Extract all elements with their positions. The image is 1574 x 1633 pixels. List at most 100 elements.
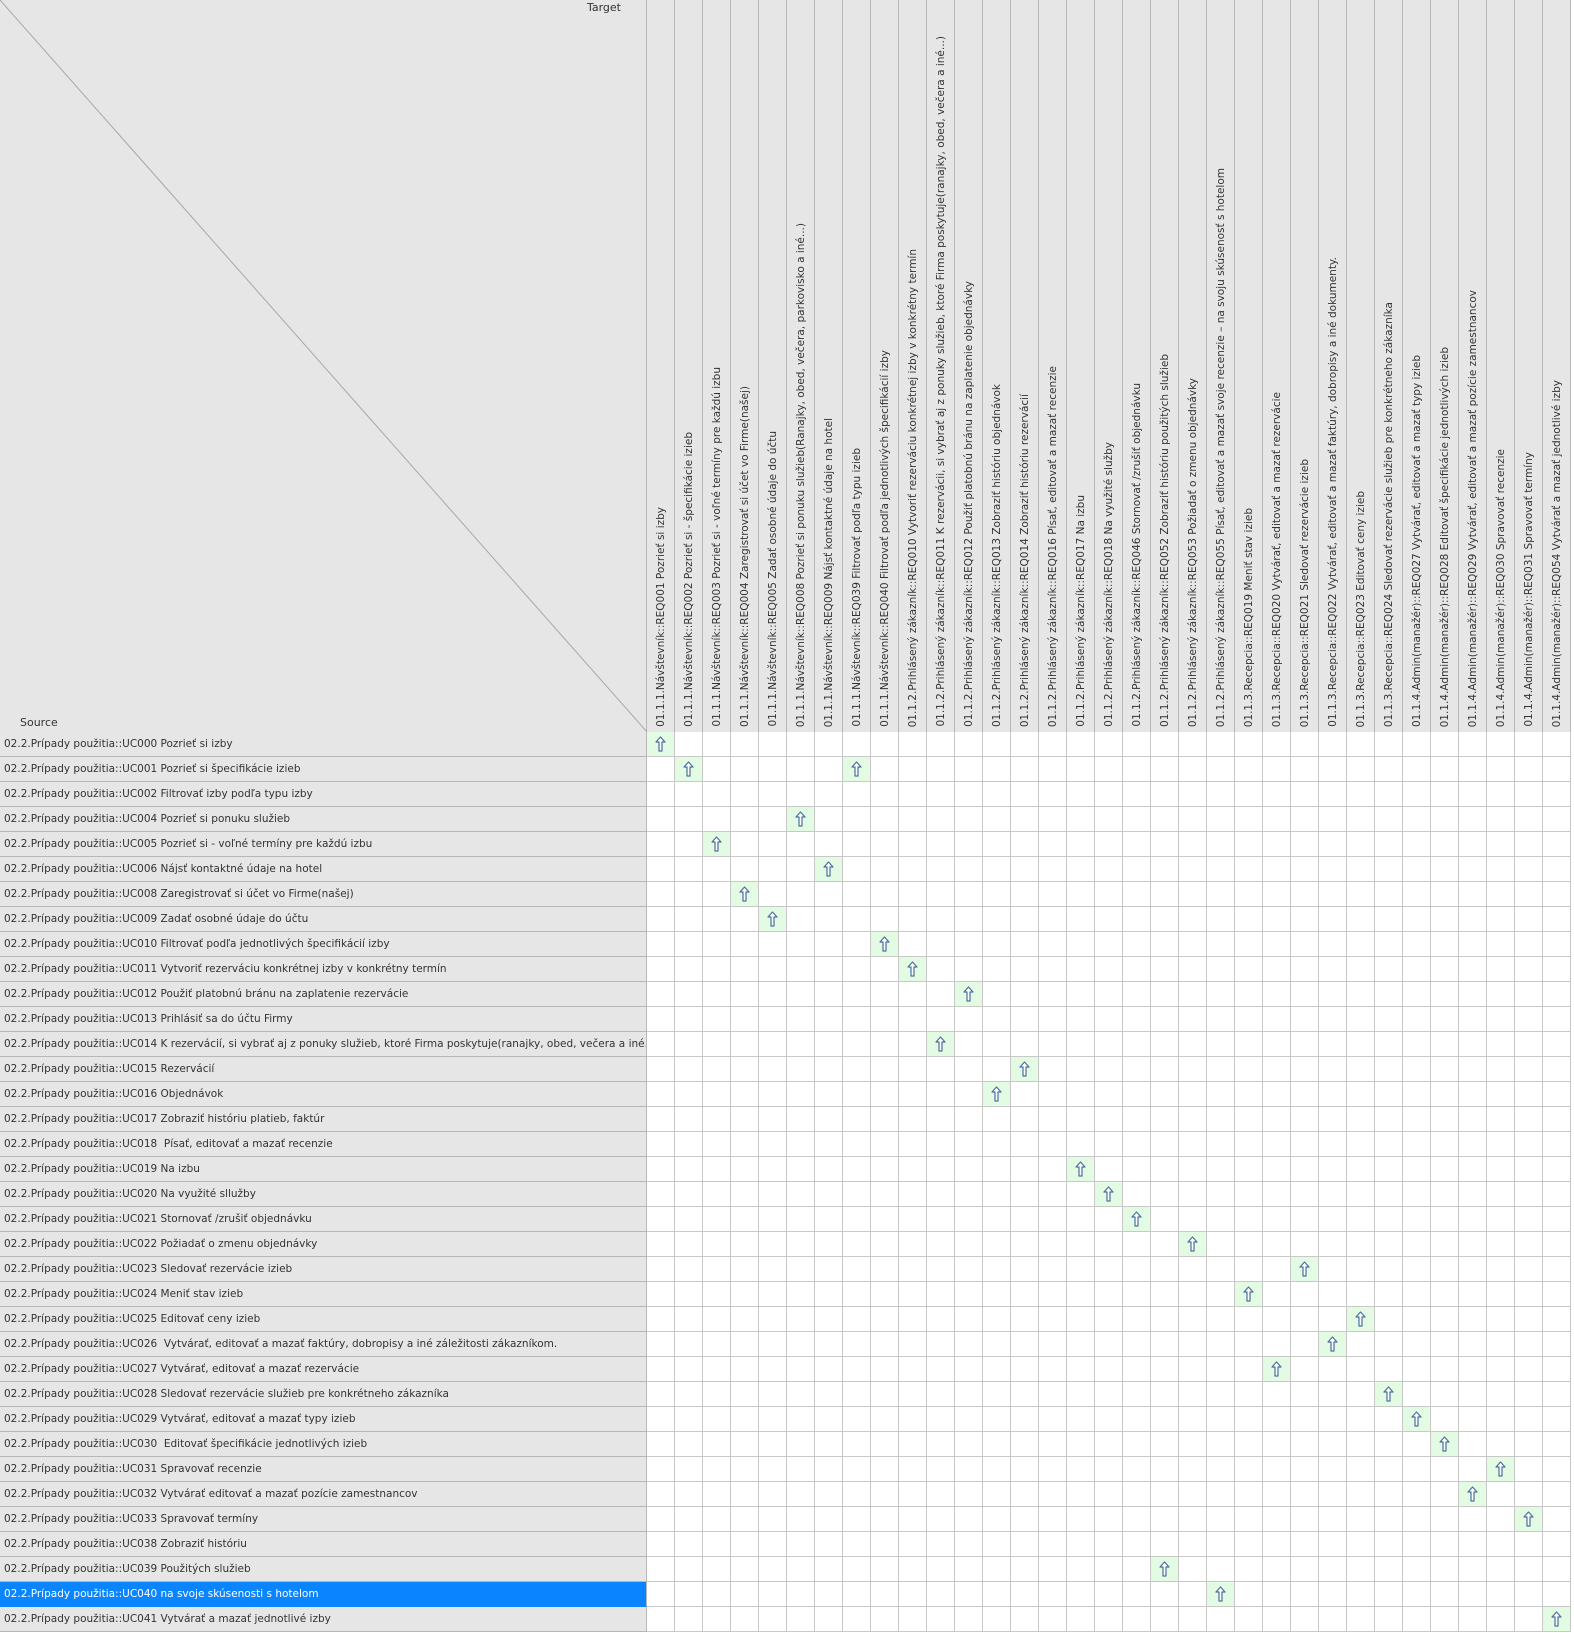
matrix-cell[interactable] <box>843 1107 871 1132</box>
matrix-cell[interactable] <box>871 782 899 807</box>
matrix-cell[interactable] <box>871 1357 899 1382</box>
matrix-cell[interactable] <box>1319 1182 1347 1207</box>
matrix-cell[interactable] <box>675 1032 703 1057</box>
matrix-cell[interactable] <box>899 982 927 1007</box>
matrix-cell[interactable] <box>871 1557 899 1582</box>
matrix-cell[interactable] <box>1067 807 1095 832</box>
matrix-cell[interactable] <box>731 1132 759 1157</box>
row-header[interactable]: 02.2.Prípady použitia::UC039 Použitých s… <box>0 1557 647 1582</box>
matrix-cell[interactable] <box>1095 882 1123 907</box>
matrix-cell[interactable] <box>1151 1307 1179 1332</box>
matrix-cell[interactable] <box>1151 1232 1179 1257</box>
matrix-cell[interactable] <box>843 1582 871 1607</box>
matrix-cell[interactable] <box>1403 1482 1431 1507</box>
matrix-cell[interactable] <box>787 1057 815 1082</box>
matrix-cell[interactable] <box>955 1157 983 1182</box>
matrix-cell[interactable] <box>1459 807 1487 832</box>
matrix-cell[interactable] <box>1319 807 1347 832</box>
matrix-cell[interactable] <box>871 1132 899 1157</box>
matrix-cell[interactable] <box>1515 1282 1543 1307</box>
matrix-cell[interactable] <box>675 1507 703 1532</box>
matrix-cell[interactable] <box>1431 1007 1459 1032</box>
matrix-cell[interactable] <box>1319 1607 1347 1632</box>
matrix-cell[interactable] <box>1347 1157 1375 1182</box>
matrix-cell[interactable] <box>1487 1482 1515 1507</box>
matrix-cell[interactable] <box>1095 1507 1123 1532</box>
matrix-cell[interactable] <box>1151 1482 1179 1507</box>
matrix-cell[interactable] <box>675 1232 703 1257</box>
matrix-cell[interactable] <box>1347 982 1375 1007</box>
matrix-cell[interactable] <box>1375 957 1403 982</box>
matrix-cell[interactable] <box>927 1607 955 1632</box>
matrix-cell[interactable] <box>647 757 675 782</box>
matrix-cell[interactable] <box>759 1132 787 1157</box>
row-header[interactable]: 02.2.Prípady použitia::UC029 Vytvárať, e… <box>0 1407 647 1432</box>
matrix-cell[interactable] <box>1291 1557 1319 1582</box>
matrix-cell[interactable] <box>1543 957 1571 982</box>
matrix-cell[interactable] <box>815 907 843 932</box>
matrix-cell[interactable] <box>1291 1382 1319 1407</box>
matrix-cell[interactable] <box>1067 1232 1095 1257</box>
matrix-cell[interactable] <box>1487 757 1515 782</box>
matrix-cell[interactable] <box>1207 1157 1235 1182</box>
column-header[interactable]: 01.1.1.Návštevník::REQ003 Pozrieť si - v… <box>703 0 731 732</box>
matrix-cell[interactable] <box>1515 907 1543 932</box>
matrix-cell[interactable] <box>1347 1357 1375 1382</box>
matrix-cell[interactable] <box>1543 1457 1571 1482</box>
matrix-cell[interactable] <box>1263 1532 1291 1557</box>
matrix-cell[interactable] <box>1431 1607 1459 1632</box>
matrix-cell[interactable] <box>1095 782 1123 807</box>
matrix-cell[interactable] <box>731 807 759 832</box>
matrix-cell[interactable] <box>815 1232 843 1257</box>
column-header[interactable]: 01.1.1.Návštevník::REQ004 Zaregistrovať … <box>731 0 759 732</box>
matrix-cell[interactable] <box>955 1432 983 1457</box>
row-header[interactable]: 02.2.Prípady použitia::UC002 Filtrovať i… <box>0 782 647 807</box>
matrix-cell[interactable] <box>955 1507 983 1532</box>
matrix-cell[interactable] <box>1487 1157 1515 1182</box>
matrix-cell[interactable] <box>1459 957 1487 982</box>
matrix-cell[interactable] <box>675 1432 703 1457</box>
matrix-cell[interactable] <box>1151 1282 1179 1307</box>
matrix-cell[interactable] <box>815 1282 843 1307</box>
column-header[interactable]: 01.1.1.Návštevník::REQ008 Pozrieť si pon… <box>787 0 815 732</box>
matrix-cell[interactable] <box>955 907 983 932</box>
matrix-cell[interactable] <box>703 932 731 957</box>
matrix-cell[interactable] <box>1459 1207 1487 1232</box>
matrix-cell[interactable] <box>1095 1357 1123 1382</box>
row-header[interactable]: 02.2.Prípady použitia::UC008 Zaregistrov… <box>0 882 647 907</box>
matrix-cell[interactable] <box>759 957 787 982</box>
matrix-cell[interactable] <box>983 1232 1011 1257</box>
matrix-cell[interactable] <box>1123 1432 1151 1457</box>
matrix-cell[interactable] <box>703 857 731 882</box>
matrix-cell[interactable] <box>983 932 1011 957</box>
matrix-cell-linked[interactable] <box>1403 1407 1431 1432</box>
matrix-cell[interactable] <box>1347 1407 1375 1432</box>
matrix-cell[interactable] <box>1347 1332 1375 1357</box>
matrix-cell[interactable] <box>1319 957 1347 982</box>
row-header[interactable]: 02.2.Prípady použitia::UC006 Nájsť konta… <box>0 857 647 882</box>
matrix-cell[interactable] <box>787 1032 815 1057</box>
matrix-cell[interactable] <box>731 957 759 982</box>
matrix-cell[interactable] <box>787 1107 815 1132</box>
matrix-cell[interactable] <box>1235 1557 1263 1582</box>
matrix-cell[interactable] <box>1235 1432 1263 1457</box>
matrix-cell[interactable] <box>1319 832 1347 857</box>
matrix-cell[interactable] <box>927 1182 955 1207</box>
matrix-cell[interactable] <box>675 1457 703 1482</box>
matrix-cell[interactable] <box>815 1357 843 1382</box>
column-header[interactable]: 01.1.1.Návštevník::REQ040 Filtrovať podľ… <box>871 0 899 732</box>
matrix-cell[interactable] <box>731 1432 759 1457</box>
matrix-cell[interactable] <box>871 1282 899 1307</box>
column-header[interactable]: 01.1.4.Admin(manažér)::REQ054 Vytvárať a… <box>1543 0 1571 732</box>
matrix-cell[interactable] <box>1347 1457 1375 1482</box>
matrix-cell[interactable] <box>1179 1182 1207 1207</box>
row-header-selected[interactable]: 02.2.Prípady použitia::UC040 na svoje sk… <box>0 1582 647 1607</box>
matrix-cell[interactable] <box>815 757 843 782</box>
matrix-cell[interactable] <box>703 957 731 982</box>
matrix-cell[interactable] <box>1459 1582 1487 1607</box>
matrix-cell[interactable] <box>647 1432 675 1457</box>
matrix-cell[interactable] <box>1235 1382 1263 1407</box>
column-header[interactable]: 01.1.2.Prihlásený zákazník::REQ010 Vytvo… <box>899 0 927 732</box>
matrix-cell[interactable] <box>871 1207 899 1232</box>
matrix-cell[interactable] <box>955 782 983 807</box>
